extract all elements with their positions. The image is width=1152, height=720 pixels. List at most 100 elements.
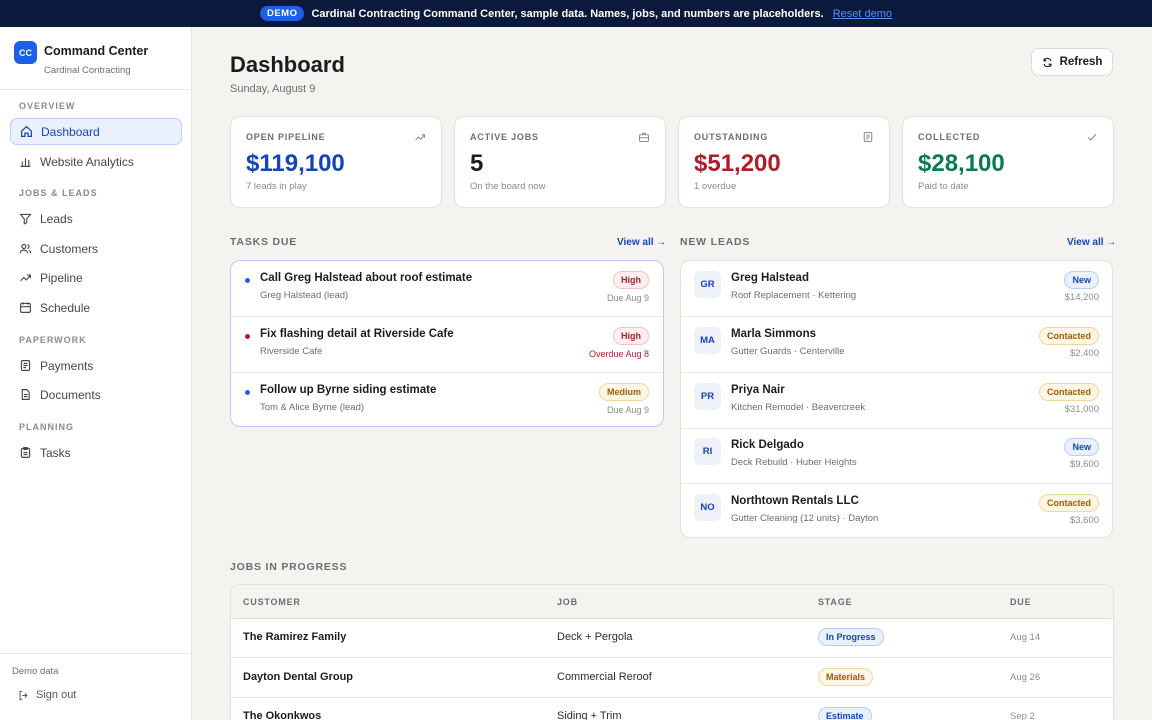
jobs-table: CUSTOMER JOB STAGE DUE The Ramirez Famil… <box>230 584 1114 720</box>
refresh-button[interactable]: Refresh <box>1031 48 1113 76</box>
sidebar-footer-divider <box>0 653 191 654</box>
stat-label: OUTSTANDING <box>694 132 769 142</box>
nav-section-paperwork: PAPERWORK <box>19 335 87 345</box>
lead-item[interactable]: NO Northtown Rentals LLC Gutter Cleaning… <box>681 484 1112 537</box>
priority-badge: Medium <box>598 383 649 401</box>
calendar-icon <box>19 301 32 314</box>
brand-title: Command Center <box>44 44 149 58</box>
sidebar-item-payments[interactable]: Payments <box>10 352 182 379</box>
lead-detail: Deck Rebuild · Huber Heights <box>731 457 857 468</box>
stat-label: ACTIVE JOBS <box>470 132 539 142</box>
sidebar-item-label: Customers <box>40 241 99 256</box>
refresh-icon <box>1042 57 1053 68</box>
sign-out-icon <box>18 690 29 701</box>
new-leads-heading: NEW LEADS <box>680 236 751 248</box>
lead-amount: $31,000 <box>1064 404 1099 415</box>
document-icon <box>19 388 32 401</box>
priority-badge: High <box>613 271 649 289</box>
lead-item[interactable]: RI Rick Delgado Deck Rebuild · Huber Hei… <box>681 428 1112 484</box>
demo-badge: DEMO <box>259 6 305 21</box>
lead-item[interactable]: MA Marla Simmons Gutter Guards · Centerv… <box>681 317 1112 373</box>
stat-subtext: Paid to date <box>918 181 969 192</box>
task-item[interactable]: Fix flashing detail at Riverside Cafe Ri… <box>231 317 663 373</box>
sidebar-item-schedule[interactable]: Schedule <box>10 294 182 321</box>
leads-view-all-link[interactable]: View all → <box>1067 237 1116 248</box>
lead-amount: $9,600 <box>1069 459 1099 470</box>
lead-name: Marla Simmons <box>731 328 816 340</box>
lead-detail: Kitchen Remodel · Beavercreek <box>731 402 866 413</box>
task-item[interactable]: Follow up Byrne siding estimate Tom & Al… <box>231 373 663 426</box>
receipt-icon <box>19 359 32 372</box>
sidebar-item-pipeline[interactable]: Pipeline <box>10 264 182 291</box>
brand-subtitle: Cardinal Contracting <box>44 65 131 76</box>
sidebar-item-label: Documents <box>40 387 101 402</box>
stat-value: $28,100 <box>918 150 1005 177</box>
lead-item[interactable]: GR Greg Halstead Roof Replacement · Kett… <box>681 261 1112 317</box>
task-item[interactable]: Call Greg Halstead about roof estimate G… <box>231 261 663 317</box>
stat-card-outstanding: OUTSTANDING $51,200 1 overdue <box>678 116 890 208</box>
stat-card-collected: COLLECTED $28,100 Paid to date <box>902 116 1114 208</box>
lead-detail: Roof Replacement · Kettering <box>731 290 857 301</box>
column-header-due[interactable]: DUE <box>1010 597 1031 607</box>
sidebar-item-tasks[interactable]: Tasks <box>10 439 182 466</box>
task-status-dot <box>245 390 250 395</box>
status-badge: New <box>1064 271 1099 289</box>
tasks-view-all-link[interactable]: View all → <box>617 237 666 248</box>
table-row[interactable]: The Ramirez Family Deck + Pergola In Pro… <box>231 618 1113 658</box>
priority-badge: High <box>613 327 649 345</box>
demo-banner: DEMO Cardinal Contracting Command Center… <box>0 0 1152 27</box>
column-header-customer[interactable]: CUSTOMER <box>243 597 301 607</box>
stat-value: $51,200 <box>694 150 781 177</box>
task-due-date: Due Aug 9 <box>606 293 649 303</box>
stage-badge: Materials <box>818 668 874 686</box>
avatar: PR <box>694 383 721 410</box>
task-status-dot <box>245 278 250 283</box>
column-header-job[interactable]: JOB <box>557 597 578 607</box>
task-subtitle: Tom & Alice Byrne (lead) <box>260 402 365 413</box>
stat-label: COLLECTED <box>918 132 981 142</box>
sidebar-item-label: Pipeline <box>40 270 83 285</box>
table-row[interactable]: The Okonkwos Siding + Trim Estimate Sep … <box>231 697 1113 720</box>
job-customer: Dayton Dental Group <box>243 671 354 683</box>
filter-icon <box>19 212 32 225</box>
job-customer: The Okonkwos <box>243 710 322 720</box>
job-name: Siding + Trim <box>557 710 622 720</box>
task-title: Call Greg Halstead about roof estimate <box>260 272 473 284</box>
stat-label: OPEN PIPELINE <box>246 132 326 142</box>
avatar: RI <box>694 438 721 465</box>
sign-out-button[interactable]: Sign out <box>18 689 76 701</box>
trend-up-icon <box>414 130 426 142</box>
status-badge: Contacted <box>1038 327 1099 345</box>
sidebar-item-leads[interactable]: Leads <box>10 205 182 232</box>
sidebar-item-label: Tasks <box>40 445 71 460</box>
lead-name: Northtown Rentals LLC <box>731 495 859 507</box>
sidebar-item-documents[interactable]: Documents <box>10 381 182 408</box>
avatar: NO <box>694 494 721 521</box>
briefcase-icon <box>638 130 650 143</box>
sidebar-item-customers[interactable]: Customers <box>10 235 182 262</box>
sign-out-label: Sign out <box>36 689 77 701</box>
column-header-stage[interactable]: STAGE <box>818 597 852 607</box>
status-badge: Contacted <box>1038 383 1099 401</box>
task-subtitle: Greg Halstead (lead) <box>260 290 349 301</box>
lead-detail: Gutter Guards · Centerville <box>731 346 845 357</box>
nav-section-overview: OVERVIEW <box>19 101 76 111</box>
stage-badge: In Progress <box>818 628 884 646</box>
brand-logo[interactable]: CC <box>14 41 37 64</box>
refresh-label: Refresh <box>1059 56 1103 68</box>
job-customer: The Ramirez Family <box>243 631 347 643</box>
lead-detail: Gutter Cleaning (12 units) · Dayton <box>731 513 879 524</box>
reset-demo-link[interactable]: Reset demo <box>833 8 892 20</box>
page-title: Dashboard <box>230 52 345 77</box>
check-icon <box>1086 130 1098 142</box>
clipboard-icon <box>19 446 32 459</box>
stat-subtext: 1 overdue <box>694 181 737 192</box>
sidebar-item-website-analytics[interactable]: Website Analytics <box>10 148 182 175</box>
task-subtitle: Riverside Cafe <box>260 346 323 357</box>
table-row[interactable]: Dayton Dental Group Commercial Reroof Ma… <box>231 658 1113 698</box>
new-leads-panel: GR Greg Halstead Roof Replacement · Kett… <box>680 260 1113 538</box>
lead-item[interactable]: PR Priya Nair Kitchen Remodel · Beavercr… <box>681 373 1112 429</box>
lead-name: Greg Halstead <box>731 272 809 284</box>
trend-icon <box>19 271 32 284</box>
sidebar-item-dashboard[interactable]: Dashboard <box>10 118 182 145</box>
